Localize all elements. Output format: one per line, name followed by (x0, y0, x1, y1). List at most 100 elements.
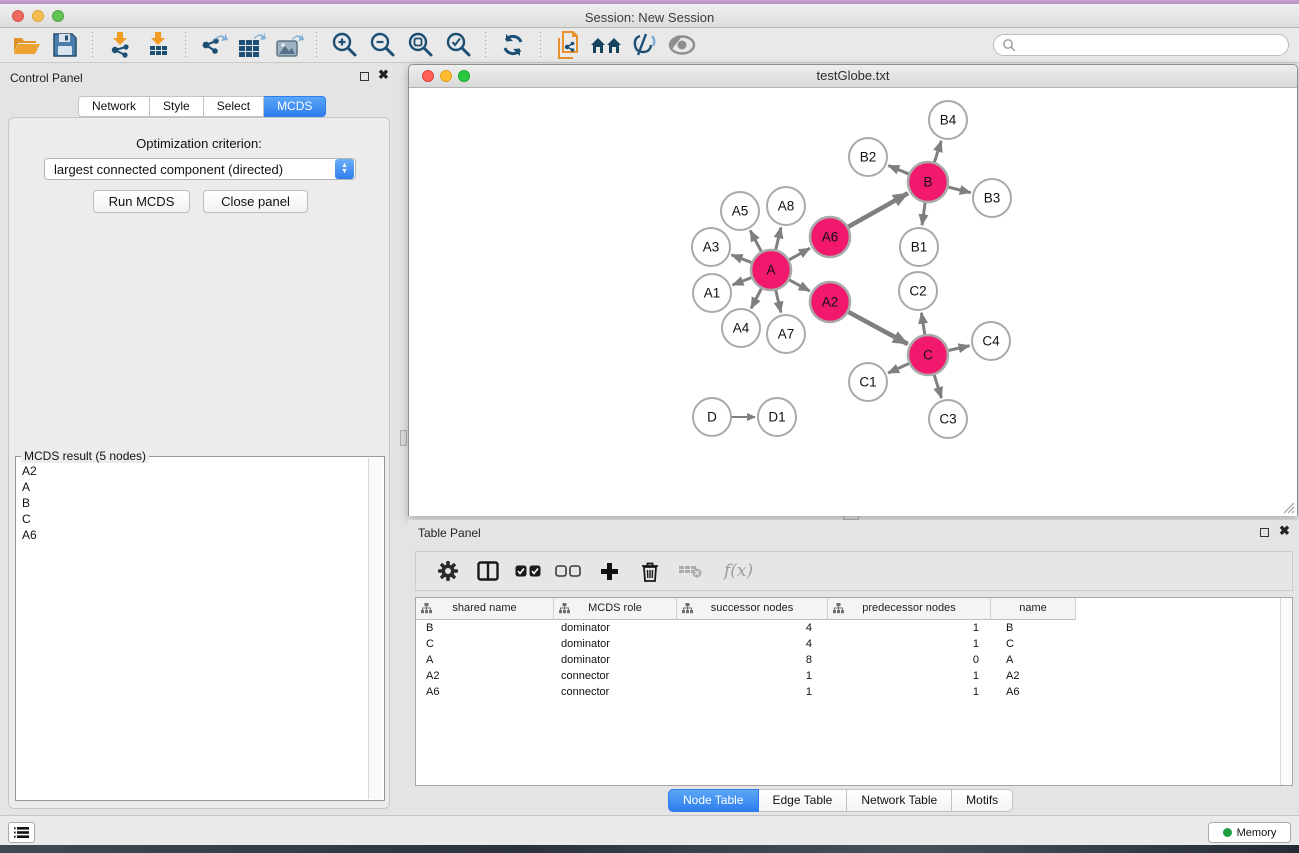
result-item[interactable]: B (22, 495, 368, 511)
edge-A-A2[interactable] (788, 279, 810, 291)
edge-A-A7[interactable] (775, 288, 781, 312)
edge-C-C3[interactable] (934, 373, 942, 398)
splitter-grip[interactable] (400, 430, 407, 446)
delete-table-button[interactable] (670, 556, 710, 586)
import-table-button[interactable] (139, 30, 177, 60)
node-A7[interactable]: A7 (767, 315, 805, 353)
node-C4[interactable]: C4 (972, 322, 1010, 360)
edge-A-A1[interactable] (732, 277, 753, 285)
edge-B-B4[interactable] (934, 141, 941, 164)
node-A1[interactable]: A1 (693, 274, 731, 312)
edge-C-C4[interactable] (947, 346, 970, 351)
result-item[interactable]: A6 (22, 527, 368, 543)
node-B2[interactable]: B2 (849, 138, 887, 176)
result-item[interactable]: C (22, 511, 368, 527)
deselect-all-button[interactable] (548, 556, 588, 586)
tab-node-table[interactable]: Node Table (668, 789, 759, 812)
edge-B-B3[interactable] (946, 187, 970, 193)
zoom-out-button[interactable] (363, 30, 401, 60)
run-mcds-button[interactable]: Run MCDS (93, 190, 190, 213)
hide-labels-button[interactable] (625, 30, 663, 60)
tab-motifs[interactable]: Motifs (952, 789, 1013, 812)
column-header-shared-name[interactable]: shared name (416, 598, 554, 620)
tab-edge-table[interactable]: Edge Table (759, 789, 848, 812)
search-input[interactable] (1016, 36, 1288, 54)
float-table-panel-icon[interactable] (1260, 528, 1269, 537)
close-panel-button[interactable]: Close panel (203, 190, 308, 213)
edge-C-C2[interactable] (921, 313, 925, 336)
edge-A-A6[interactable] (788, 248, 810, 260)
table-row[interactable]: Adominator80A (416, 652, 1280, 668)
memory-button[interactable]: Memory (1208, 822, 1291, 843)
node-C[interactable]: C (908, 335, 948, 375)
column-header-predecessor-nodes[interactable]: predecessor nodes (828, 598, 991, 620)
node-C3[interactable]: C3 (929, 400, 967, 438)
node-A[interactable]: A (751, 250, 791, 290)
resize-grip-icon[interactable] (1281, 500, 1295, 514)
node-A3[interactable]: A3 (692, 228, 730, 266)
import-network-button[interactable] (101, 30, 139, 60)
delete-column-button[interactable] (630, 556, 670, 586)
export-network-button[interactable] (194, 30, 232, 60)
add-column-button[interactable] (588, 556, 630, 586)
table-row[interactable]: A2connector11A2 (416, 668, 1280, 684)
tab-style[interactable]: Style (150, 96, 204, 117)
table-scrollbar[interactable] (1280, 598, 1292, 785)
edge-A-A3[interactable] (732, 255, 754, 263)
tab-select[interactable]: Select (204, 96, 264, 117)
optimization-criterion-select[interactable]: largest connected component (directed) ▲… (44, 158, 356, 180)
zoom-fit-button[interactable] (401, 30, 439, 60)
column-header-MCDS-role[interactable]: MCDS role (554, 598, 677, 620)
node-B[interactable]: B (908, 162, 948, 202)
node-A6[interactable]: A6 (810, 217, 850, 257)
tab-mcds[interactable]: MCDS (264, 96, 326, 117)
edge-A-A8[interactable] (775, 227, 781, 251)
zoom-selected-button[interactable] (439, 30, 477, 60)
export-table-button[interactable] (232, 30, 270, 60)
show-hide-button[interactable] (663, 30, 701, 60)
show-columns-button[interactable] (468, 556, 508, 586)
refresh-button[interactable] (494, 30, 532, 60)
result-item[interactable]: A2 (22, 463, 368, 479)
zoom-in-button[interactable] (325, 30, 363, 60)
node-A8[interactable]: A8 (767, 187, 805, 225)
float-panel-icon[interactable] (360, 72, 369, 81)
edge-A2-C[interactable] (847, 311, 908, 344)
save-session-button[interactable] (46, 30, 84, 60)
tab-network[interactable]: Network (78, 96, 150, 117)
node-B4[interactable]: B4 (929, 101, 967, 139)
close-table-panel-icon[interactable]: ✖ (1279, 525, 1290, 536)
table-row[interactable]: Bdominator41B (416, 620, 1280, 636)
node-D[interactable]: D (693, 398, 731, 436)
node-A5[interactable]: A5 (721, 192, 759, 230)
node-A2[interactable]: A2 (810, 282, 850, 322)
edge-A-A4[interactable] (751, 287, 762, 309)
task-history-button[interactable] (8, 822, 35, 843)
column-header-successor-nodes[interactable]: successor nodes (677, 598, 828, 620)
edge-B-B1[interactable] (922, 201, 925, 225)
edge-B-B2[interactable] (888, 165, 910, 174)
table-row[interactable]: A6connector11A6 (416, 684, 1280, 700)
column-header-name[interactable]: name (991, 598, 1076, 620)
table-row[interactable]: Cdominator41C (416, 636, 1280, 652)
network-canvas[interactable]: AA1A3A5A8A4A7A6A2BB2B4B3B1CC2C4C1C3DD1 (409, 88, 1297, 516)
vertical-splitter[interactable] (400, 63, 408, 815)
select-all-button[interactable] (508, 556, 548, 586)
result-scrollbar[interactable] (368, 458, 383, 799)
result-item[interactable]: A (22, 479, 368, 495)
table-settings-button[interactable] (428, 556, 468, 586)
edge-A-A5[interactable] (750, 230, 762, 253)
tab-network-table[interactable]: Network Table (847, 789, 952, 812)
node-D1[interactable]: D1 (758, 398, 796, 436)
node-C1[interactable]: C1 (849, 363, 887, 401)
open-file-button[interactable] (8, 30, 46, 60)
node-C2[interactable]: C2 (899, 272, 937, 310)
node-B3[interactable]: B3 (973, 179, 1011, 217)
search-field[interactable] (993, 34, 1289, 56)
node-A4[interactable]: A4 (722, 309, 760, 347)
home-button[interactable] (587, 30, 625, 60)
edge-C-C1[interactable] (888, 363, 911, 373)
network-file-button[interactable] (549, 30, 587, 60)
function-builder-button[interactable]: f(x) (724, 561, 753, 581)
edge-A6-B[interactable] (847, 193, 908, 227)
